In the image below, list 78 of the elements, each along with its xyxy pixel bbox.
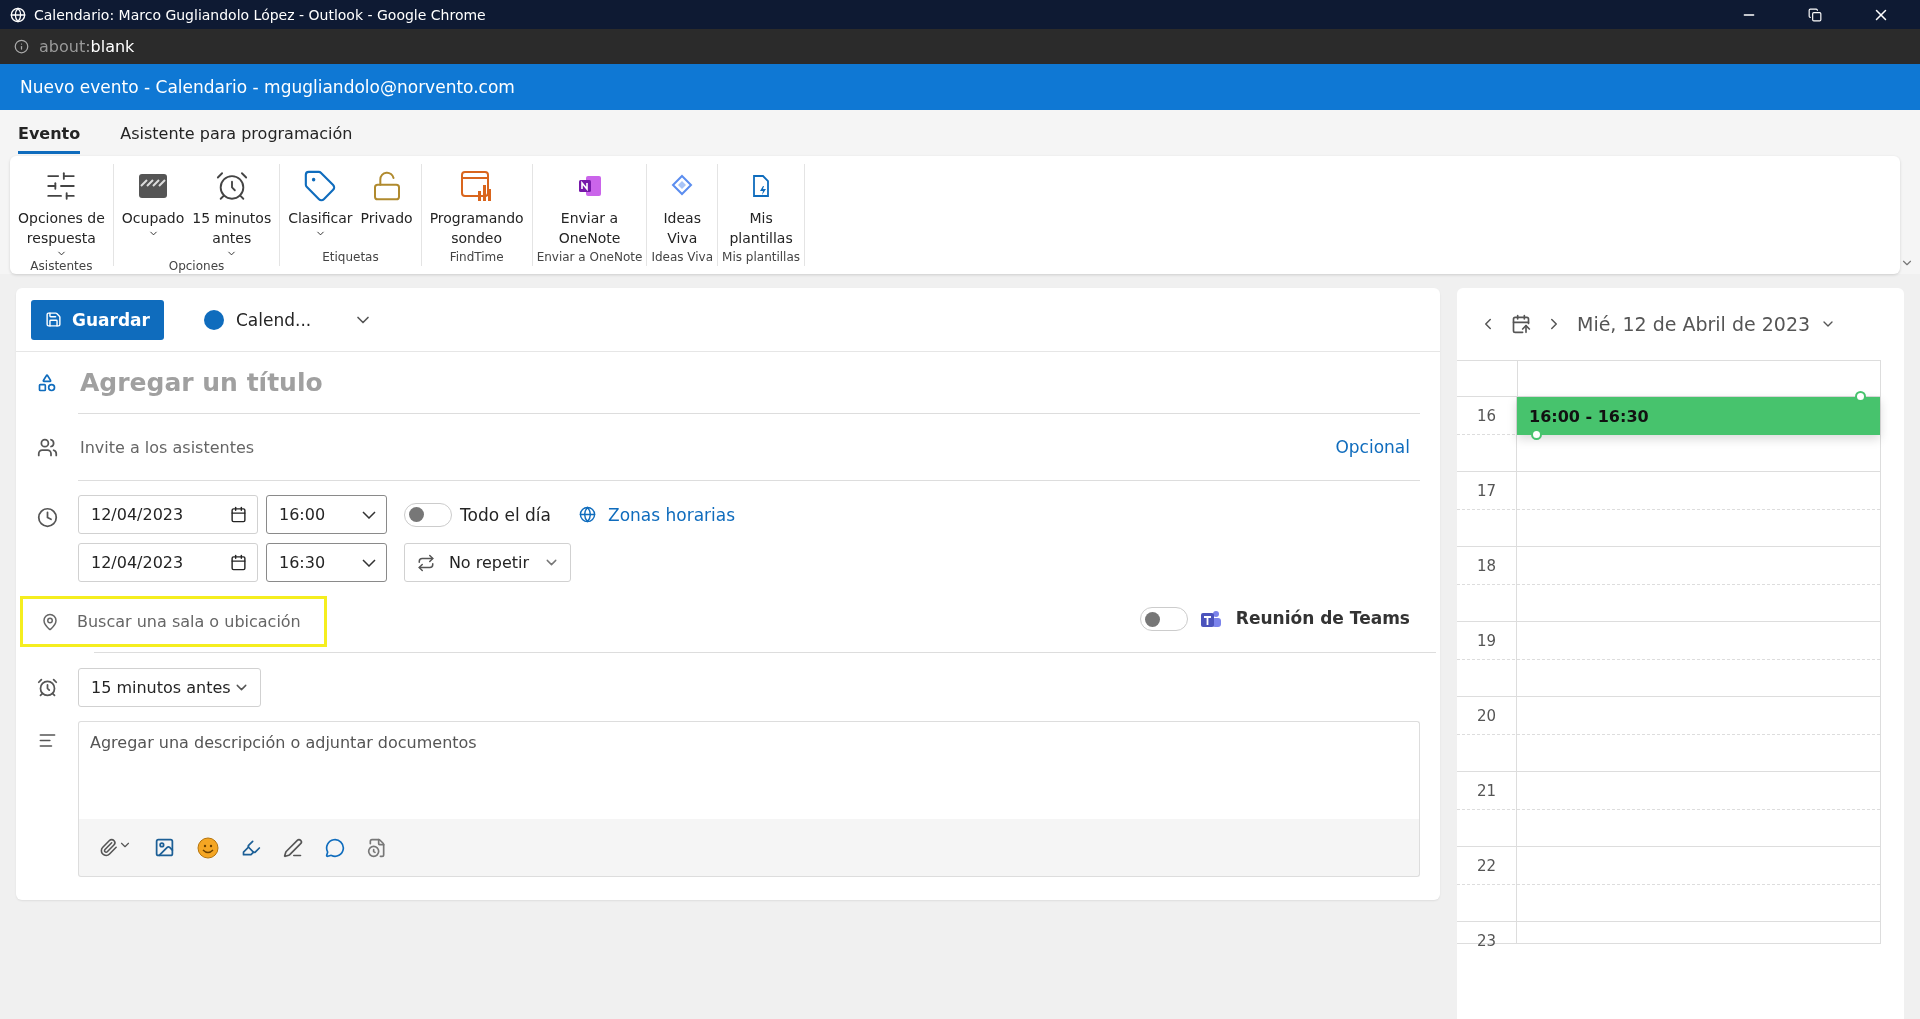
group-label: Enviar a OneNote bbox=[536, 250, 643, 266]
ribbon-button[interactable]: Programando sondeo bbox=[425, 164, 528, 250]
tag-icon bbox=[303, 169, 338, 203]
globe-icon bbox=[579, 506, 596, 523]
ribbon-button[interactable]: Ideas Viva bbox=[659, 164, 705, 250]
calendar-icon bbox=[230, 554, 247, 571]
alarm-clock-icon bbox=[214, 169, 249, 203]
document-icon bbox=[751, 174, 772, 198]
end-time-dropdown[interactable]: 16:30 bbox=[266, 543, 387, 582]
calendar-dropdown[interactable]: Calend... bbox=[197, 308, 380, 331]
info-icon bbox=[14, 39, 29, 54]
calendar-chart-icon bbox=[459, 169, 494, 203]
event-block[interactable]: 16:00 - 16:30 bbox=[1517, 397, 1880, 435]
reminder-icon bbox=[36, 676, 58, 698]
teams-toggle[interactable] bbox=[1139, 607, 1188, 631]
ribbon-button[interactable]: Privado bbox=[356, 164, 417, 250]
ribbon-button[interactable]: Mis plantillas bbox=[725, 164, 797, 250]
globe-icon bbox=[10, 6, 26, 23]
hour-label: 19 bbox=[1457, 622, 1517, 696]
ribbon-button[interactable]: Ocupado bbox=[117, 164, 189, 259]
save-button[interactable]: Guardar bbox=[31, 299, 164, 340]
teams-icon bbox=[1199, 610, 1222, 630]
calendar-icon bbox=[230, 506, 247, 523]
group-label: FindTime bbox=[449, 250, 504, 266]
save-icon bbox=[45, 311, 62, 328]
description-field[interactable]: Agregar una descripción o adjuntar documentos bbox=[78, 721, 1420, 819]
hour-label: 20 bbox=[1457, 697, 1517, 771]
group-label: Ideas Viva bbox=[651, 250, 714, 266]
chevron-down-icon bbox=[362, 558, 376, 567]
location-pin-icon bbox=[41, 612, 59, 631]
notes-icon bbox=[37, 731, 57, 750]
restore-icon[interactable] bbox=[1808, 7, 1822, 22]
busy-icon bbox=[137, 171, 170, 201]
group-label: Opciones bbox=[168, 259, 225, 275]
attach-button[interactable] bbox=[99, 838, 132, 857]
hour-label: 17 bbox=[1457, 472, 1517, 546]
teams-label: Reunión de Teams bbox=[1235, 608, 1410, 628]
ribbon-button[interactable]: Enviar a OneNote bbox=[554, 164, 625, 250]
draw-button[interactable] bbox=[283, 837, 303, 858]
repeat-dropdown[interactable]: No repetir bbox=[404, 543, 571, 582]
group-label: Asistentes bbox=[30, 259, 93, 275]
clock-icon bbox=[36, 507, 58, 528]
start-time-dropdown[interactable]: 16:00 bbox=[266, 495, 387, 534]
hour-label: 21 bbox=[1457, 772, 1517, 846]
ribbon-button[interactable]: Opciones de respuesta bbox=[14, 164, 109, 259]
image-button[interactable] bbox=[154, 837, 175, 858]
time-zones-link[interactable]: Zonas horarias bbox=[608, 504, 736, 525]
resize-handle[interactable] bbox=[1531, 429, 1542, 440]
window-title: Calendario: Marco Gugliandolo López - Outlook - Google Chrome bbox=[34, 6, 487, 23]
app-title: Nuevo evento - Calendario - mgugliandolo@norvento.com bbox=[20, 77, 515, 97]
chat-button[interactable] bbox=[325, 837, 345, 858]
diamond-icon bbox=[670, 174, 695, 198]
optional-link[interactable]: Opcional bbox=[1335, 437, 1410, 457]
all-day-toggle[interactable] bbox=[404, 502, 452, 527]
ribbon-tab[interactable]: Asistente para programación bbox=[120, 124, 353, 154]
emoji-button[interactable] bbox=[197, 836, 219, 859]
group-label: Mis plantillas bbox=[722, 250, 801, 266]
repeat-icon bbox=[417, 553, 435, 572]
hour-label: 18 bbox=[1457, 547, 1517, 621]
attendees-icon bbox=[36, 437, 58, 458]
group-label: Etiquetas bbox=[322, 250, 379, 266]
today-icon[interactable] bbox=[1511, 314, 1531, 334]
date-picker[interactable]: Mié, 12 de Abril de 2023 bbox=[1577, 313, 1837, 335]
all-day-label: Todo el día bbox=[460, 504, 551, 525]
format-button[interactable] bbox=[241, 837, 261, 858]
reminder-dropdown[interactable]: 15 minutos antes bbox=[78, 667, 261, 707]
ribbon-button[interactable]: Clasificar bbox=[284, 164, 357, 250]
end-date-field[interactable]: 12/04/2023 bbox=[78, 543, 258, 582]
ribbon-button[interactable]: 15 minutos antes bbox=[188, 164, 276, 259]
title-options-icon bbox=[37, 373, 57, 393]
hour-label: 22 bbox=[1457, 847, 1517, 921]
start-date-field[interactable]: 12/04/2023 bbox=[78, 495, 258, 534]
address-text: about:blank bbox=[39, 37, 135, 56]
document-button[interactable] bbox=[367, 837, 387, 858]
chevron-down-icon bbox=[362, 510, 376, 519]
resize-handle[interactable] bbox=[1855, 391, 1866, 402]
paperclip-icon bbox=[99, 838, 118, 857]
notebook-icon bbox=[577, 175, 602, 197]
